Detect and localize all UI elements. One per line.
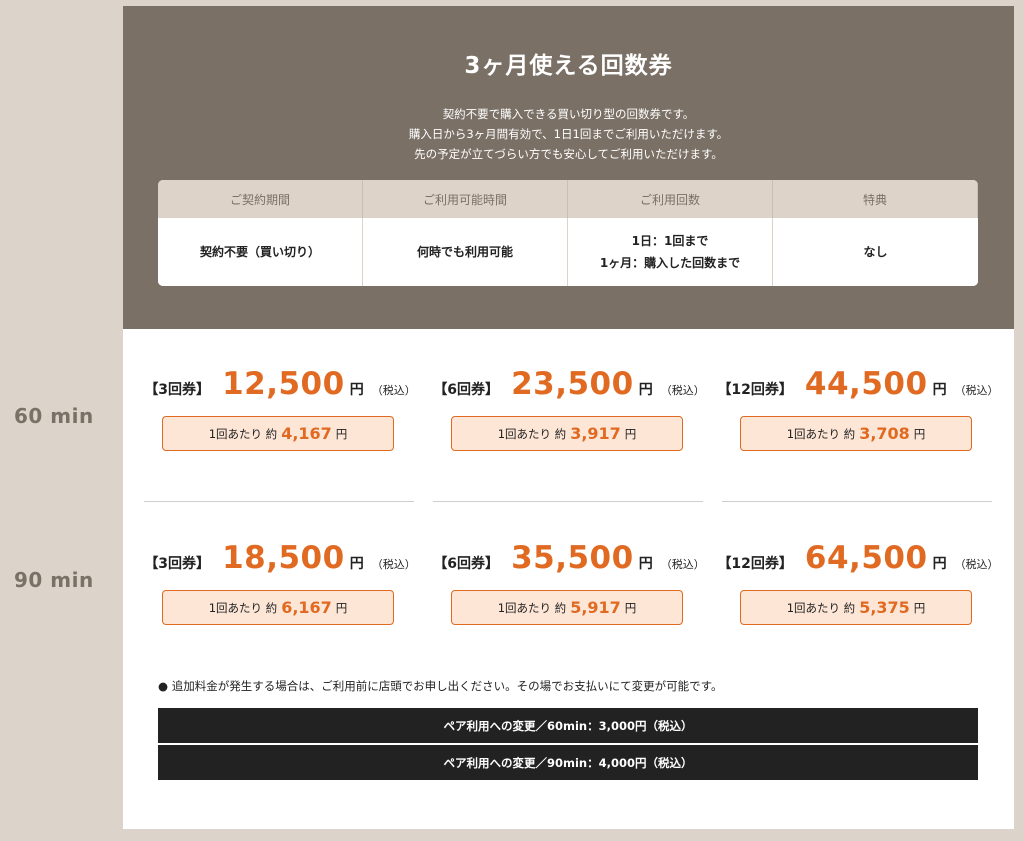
info-value-contract-text: 契約不要（買い切り） bbox=[199, 245, 320, 259]
ticket-label: 【12回券】 bbox=[717, 556, 793, 572]
price-90-3: 【3回券】 18,500 円 （税込） 1回あたり 約 6,167 円 bbox=[144, 540, 416, 650]
ticket-label: 【6回券】 bbox=[433, 556, 500, 572]
per-use-value: 6,167 bbox=[281, 598, 332, 617]
per-use-value: 4,167 bbox=[281, 424, 332, 443]
tax-label: （税込） bbox=[954, 558, 999, 571]
info-table: ご契約期間 ご利用可能時間 ご利用回数 特典 契約不要（買い切り） 何時でも利用… bbox=[158, 180, 978, 286]
ticket-label: 【3回券】 bbox=[144, 556, 211, 572]
per-use-value: 5,917 bbox=[570, 598, 621, 617]
info-value-contract: 契約不要（買い切り） bbox=[158, 218, 363, 286]
price-amount: 44,500 bbox=[804, 366, 928, 402]
tax-label: （税込） bbox=[660, 384, 705, 397]
per-use-unit: 円 bbox=[624, 600, 637, 615]
price-unit: 円 bbox=[349, 382, 364, 398]
per-use-unit: 円 bbox=[335, 426, 348, 441]
per-use-box: 1回あたり 約 3,917 円 bbox=[451, 416, 683, 451]
per-use-value: 3,917 bbox=[570, 424, 621, 443]
row-divider bbox=[433, 501, 703, 502]
per-use-prefix: 1回あたり 約 bbox=[497, 600, 567, 615]
info-value-usage-daily: 1日：1回まで bbox=[631, 234, 709, 248]
description-line-3: 先の予定が立てづらい方でも安心してご利用いただけます。 bbox=[414, 147, 723, 161]
description-line-2: 購入日から3ヶ月間有効で、1日1回までご利用いただけます。 bbox=[408, 127, 729, 141]
price-60-6: 【6回券】 23,500 円 （税込） 1回あたり 約 3,917 円 bbox=[433, 366, 705, 476]
per-use-unit: 円 bbox=[335, 600, 348, 615]
per-use-prefix: 1回あたり 約 bbox=[208, 600, 278, 615]
tax-label: （税込） bbox=[371, 384, 416, 397]
duration-label-90: 90 min bbox=[14, 568, 94, 592]
per-use-prefix: 1回あたり 約 bbox=[786, 426, 856, 441]
pair-option-90: ペア利用への変更／90min：4,000円（税込） bbox=[158, 745, 978, 780]
price-line: 【3回券】 18,500 円 （税込） bbox=[144, 540, 416, 580]
price-90-12: 【12回券】 64,500 円 （税込） 1回あたり 約 5,375 円 bbox=[717, 540, 999, 650]
price-unit: 円 bbox=[932, 382, 947, 398]
ticket-label: 【6回券】 bbox=[433, 382, 500, 398]
row-divider bbox=[144, 501, 414, 502]
per-use-box: 1回あたり 約 5,917 円 bbox=[451, 590, 683, 625]
tax-label: （税込） bbox=[660, 558, 705, 571]
tax-label: （税込） bbox=[954, 384, 999, 397]
per-use-box: 1回あたり 約 6,167 円 bbox=[162, 590, 394, 625]
price-amount: 23,500 bbox=[511, 366, 634, 402]
info-header-hours: ご利用可能時間 bbox=[363, 180, 568, 218]
ticket-label: 【12回券】 bbox=[717, 382, 793, 398]
price-60-12: 【12回券】 44,500 円 （税込） 1回あたり 約 3,708 円 bbox=[717, 366, 999, 476]
price-line: 【6回券】 35,500 円 （税込） bbox=[433, 540, 705, 580]
price-line: 【3回券】 12,500 円 （税込） bbox=[144, 366, 416, 406]
ticket-card: 3ヶ月使える回数券 契約不要で購入できる買い切り型の回数券です。 購入日から3ヶ… bbox=[123, 6, 1014, 829]
price-unit: 円 bbox=[638, 556, 653, 572]
per-use-box: 1回あたり 約 4,167 円 bbox=[162, 416, 394, 451]
per-use-value: 5,375 bbox=[859, 598, 910, 617]
price-line: 【6回券】 23,500 円 （税込） bbox=[433, 366, 705, 406]
price-unit: 円 bbox=[349, 556, 364, 572]
info-header-contract: ご契約期間 bbox=[158, 180, 363, 218]
additional-fee-note: ● 追加料金が発生する場合は、ご利用前に店頭でお申し出ください。その場でお支払い… bbox=[158, 679, 723, 693]
per-use-unit: 円 bbox=[913, 600, 926, 615]
per-use-box: 1回あたり 約 5,375 円 bbox=[740, 590, 972, 625]
row-divider bbox=[722, 501, 992, 502]
info-header-benefit: 特典 bbox=[773, 180, 978, 218]
info-value-hours-text: 何時でも利用可能 bbox=[416, 245, 513, 259]
pair-option-60: ペア利用への変更／60min：3,000円（税込） bbox=[158, 708, 978, 743]
price-line: 【12回券】 64,500 円 （税込） bbox=[717, 540, 998, 580]
duration-label-60: 60 min bbox=[14, 404, 94, 428]
info-header-usage: ご利用回数 bbox=[568, 180, 773, 218]
info-value-usage: 1日：1回まで 1ヶ月：購入した回数まで bbox=[568, 218, 773, 286]
ticket-label: 【3回券】 bbox=[144, 382, 211, 398]
per-use-prefix: 1回あたり 約 bbox=[786, 600, 856, 615]
per-use-prefix: 1回あたり 約 bbox=[208, 426, 278, 441]
price-line: 【12回券】 44,500 円 （税込） bbox=[717, 366, 998, 406]
price-amount: 18,500 bbox=[222, 540, 345, 576]
per-use-prefix: 1回あたり 約 bbox=[497, 426, 567, 441]
info-value-benefit: なし bbox=[773, 218, 978, 286]
price-90-6: 【6回券】 35,500 円 （税込） 1回あたり 約 5,917 円 bbox=[433, 540, 705, 650]
per-use-box: 1回あたり 約 3,708 円 bbox=[740, 416, 972, 451]
per-use-value: 3,708 bbox=[859, 424, 910, 443]
price-amount: 64,500 bbox=[804, 540, 928, 576]
description-line-1: 契約不要で購入できる買い切り型の回数券です。 bbox=[442, 107, 695, 121]
price-60-3: 【3回券】 12,500 円 （税込） 1回あたり 約 4,167 円 bbox=[144, 366, 416, 476]
price-amount: 35,500 bbox=[511, 540, 634, 576]
info-value-benefit-text: なし bbox=[863, 245, 888, 259]
per-use-unit: 円 bbox=[624, 426, 637, 441]
price-unit: 円 bbox=[638, 382, 653, 398]
info-value-hours: 何時でも利用可能 bbox=[363, 218, 568, 286]
tax-label: （税込） bbox=[371, 558, 416, 571]
price-amount: 12,500 bbox=[222, 366, 345, 402]
ticket-header: 3ヶ月使える回数券 契約不要で購入できる買い切り型の回数券です。 購入日から3ヶ… bbox=[123, 6, 1014, 329]
per-use-unit: 円 bbox=[913, 426, 926, 441]
page-title: 3ヶ月使える回数券 bbox=[464, 53, 673, 79]
price-unit: 円 bbox=[932, 556, 947, 572]
info-value-usage-monthly: 1ヶ月：購入した回数まで bbox=[599, 256, 741, 270]
